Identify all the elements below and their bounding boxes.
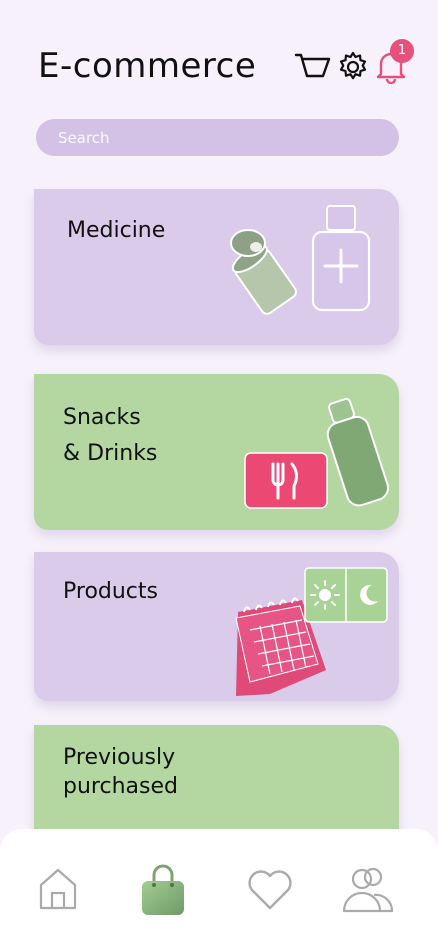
category-label: Medicine [67, 218, 166, 243]
heart-icon[interactable] [247, 869, 293, 911]
cutlery-icon [244, 452, 328, 509]
shopping-bag-icon[interactable] [140, 863, 186, 917]
category-card-medicine[interactable]: Medicine [34, 189, 399, 345]
users-icon[interactable] [340, 865, 396, 913]
search-input[interactable] [36, 119, 399, 156]
page-title: E-commerce [38, 46, 257, 86]
category-card-products[interactable]: Products [34, 552, 399, 701]
notification-badge: 1 [390, 39, 414, 63]
medicine-bottle-icon [311, 205, 371, 312]
category-label: Snacks & Drinks [63, 405, 158, 466]
gear-icon[interactable] [336, 50, 370, 84]
day-night-toggle-icon [304, 567, 388, 623]
cart-icon[interactable] [294, 52, 332, 82]
category-label: Previously purchased [63, 745, 178, 799]
home-icon[interactable] [37, 867, 79, 911]
category-card-snacks-drinks[interactable]: Snacks & Drinks [34, 374, 399, 530]
bottom-nav [0, 829, 438, 947]
header-actions: 1 [294, 39, 424, 90]
category-label: Products [63, 579, 158, 604]
water-bottle-icon [326, 397, 390, 507]
